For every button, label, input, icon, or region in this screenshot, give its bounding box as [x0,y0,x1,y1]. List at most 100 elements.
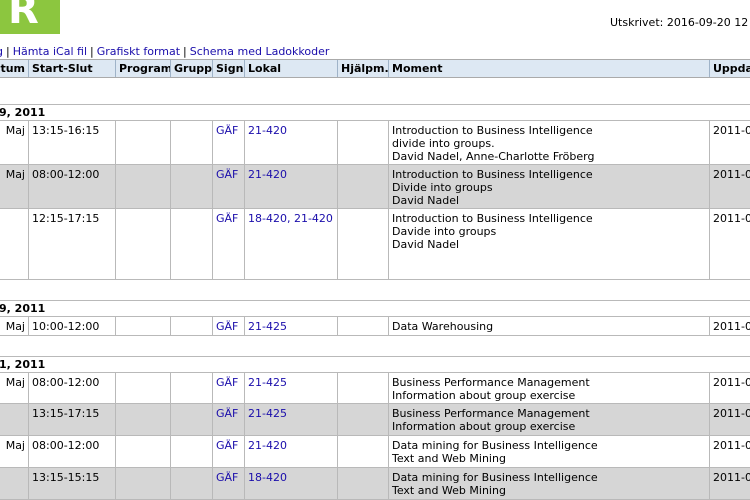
cell-time-text: 08:00-12:00 [32,439,100,452]
cell-room: 21-425 [244,317,337,335]
cell-program [115,468,170,499]
cell-sign: GÄF [212,317,244,335]
cell-date: Maj [0,317,28,335]
week-heading: 9, 2011 [0,301,750,316]
cell-aids [337,121,388,164]
cell-date: Maj [0,165,28,208]
cell-sign-text[interactable]: GÄF [216,124,238,137]
cell-updated-text: 2011-04 [713,124,750,137]
col-aids: Hjälpm. [337,60,388,77]
cell-sign-text[interactable]: GÄF [216,168,238,181]
header-links: g|Hämta iCal fil|Grafiskt format|Schema … [0,45,329,58]
moment-line: Introduction to Business Intelligence [392,168,593,181]
logo: R [0,0,60,34]
link-ladok-schedule[interactable]: Schema med Ladokkoder [190,45,330,58]
cell-aids [337,209,388,279]
cell-updated: 2011-05 [709,373,750,403]
cell-room-text[interactable]: 21-425 [248,376,287,389]
cell-date-text: Maj [5,320,25,333]
cell-moment: Data mining for Business Intelligence Tex… [388,436,709,467]
week-title: 9, 2011 [0,302,46,315]
cell-room-text[interactable]: 21-420 [248,124,287,137]
cell-updated-text: 2011-04 [713,439,750,452]
link-graphical-format[interactable]: Grafiskt format [97,45,180,58]
cell-group [170,373,212,403]
cell-sign-text[interactable]: GÄF [216,439,238,452]
col-updated: Uppdat [709,60,750,77]
cell-sign-text[interactable]: GÄF [216,320,238,333]
cell-updated: 2011-04 [709,436,750,467]
cell-time-text: 13:15-15:15 [32,471,100,484]
col-sign: Sign [212,60,244,77]
cell-time-text: 12:15-17:15 [32,212,100,225]
cell-date-text: Maj [5,439,25,452]
cell-aids [337,404,388,435]
cell-group [170,209,212,279]
cell-program [115,404,170,435]
cell-moment: Introduction to Business Intelligence Dav… [388,209,709,279]
cell-sign: GÄF [212,468,244,499]
cell-updated-text: 2011-04 [713,168,750,181]
cell-room-text[interactable]: 21-420 [248,439,287,452]
cell-time: 13:15-15:15 [28,468,115,499]
moment-line: Text and Web Mining [392,452,506,465]
cell-time: 08:00-12:00 [28,165,115,208]
cell-sign-text[interactable]: GÄF [216,471,238,484]
col-program: Program [115,60,170,77]
cell-moment: Data mining for Business Intelligence Tex… [388,468,709,499]
moment-line: David Nadel [392,194,460,207]
cell-group [170,404,212,435]
moment-line: Data mining for Business Intelligence [392,439,598,452]
table-row: Maj 08:00-12:00 GÄF 21-425 Business Performa… [0,373,750,404]
cell-moment: Data Warehousing [388,317,709,335]
moment-line: Davide into groups [392,225,497,238]
cell-room: 21-420 [244,165,337,208]
cell-room-text[interactable]: 18-420, 21-420 [248,212,333,225]
week-list: 9, 2011 Maj 13:15-16:15 GÄF 21-420 Introducti… [0,78,750,500]
cell-room-text[interactable]: 21-420 [248,168,287,181]
moment-line: Information about group exercise [392,389,576,402]
cell-aids [337,468,388,499]
moment-line: Data Warehousing [392,320,494,333]
link-separator: | [90,45,94,58]
cell-updated: 2011-08 [709,468,750,499]
cell-time-text: 08:00-12:00 [32,376,100,389]
table-row: Maj 08:00-12:00 GÄF 21-420 Introduction to B… [0,165,750,209]
cell-program [115,165,170,208]
cell-updated-text: 2011-05 [713,407,750,420]
cell-room: 21-420 [244,121,337,164]
moment-line: Information about group exercise [392,420,576,433]
cell-updated-text: 2011-05 [713,376,750,389]
cell-time-text: 08:00-12:00 [32,168,100,181]
cell-updated: 2011-05 [709,404,750,435]
cell-date [0,468,28,499]
col-date: tum [0,62,25,75]
logo-letter-icon: R [8,0,39,33]
cell-aids [337,373,388,403]
cell-room-text[interactable]: 18-420 [248,471,287,484]
cell-moment: Introduction to Business Intelligence Div… [388,165,709,208]
cell-room-text[interactable]: 21-425 [248,320,287,333]
cell-sign: GÄF [212,121,244,164]
cell-group [170,468,212,499]
cell-sign-text[interactable]: GÄF [216,407,238,420]
cell-sign-text[interactable]: GÄF [216,212,238,225]
cell-date: Maj [0,373,28,403]
cell-sign-text[interactable]: GÄF [216,376,238,389]
cell-sign: GÄF [212,436,244,467]
cell-room-text[interactable]: 21-425 [248,407,287,420]
cell-time: 08:00-12:00 [28,373,115,403]
cell-updated-text: 2011-05 [713,212,750,225]
cell-date: Maj [0,121,28,164]
link-ical[interactable]: Hämta iCal fil [13,45,87,58]
cell-group [170,317,212,335]
cell-date [0,404,28,435]
table-row: Maj 08:00-12:00 GÄF 21-420 Data mining for B… [0,436,750,468]
cell-program [115,209,170,279]
cell-sign: GÄF [212,404,244,435]
cell-group [170,165,212,208]
cell-time: 12:15-17:15 [28,209,115,279]
moment-line: Introduction to Business Intelligence [392,124,593,137]
cell-date-text: Maj [5,376,25,389]
